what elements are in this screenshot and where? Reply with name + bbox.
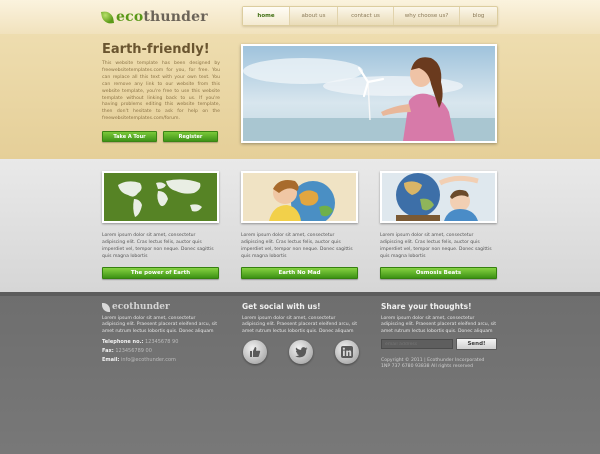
feature-image-child-globe bbox=[380, 171, 497, 223]
hero-image-girl-windmill bbox=[243, 46, 495, 141]
hero-text: This website template has been designed … bbox=[102, 61, 220, 122]
register-button[interactable]: Register bbox=[163, 131, 218, 142]
earth-no-mad-button[interactable]: Earth No Mad bbox=[241, 267, 358, 279]
hero-title: Earth-friendly! bbox=[102, 42, 210, 57]
footer-logo[interactable]: ecothunder bbox=[102, 301, 170, 313]
main-nav: home about us contact us why choose us? … bbox=[242, 6, 498, 26]
footer-telephone: Telephone no.: 12345678 90 bbox=[102, 339, 179, 345]
nav-about-us[interactable]: about us bbox=[290, 7, 338, 25]
social-text: Lorem ipsum dolor sit amet, consectetur … bbox=[242, 316, 358, 334]
footer-about-text: Lorem ipsum dolor sit amet, consectetur … bbox=[102, 316, 218, 334]
feature-text-1: Lorem ipsum dolor sit amet, consectetur … bbox=[102, 233, 214, 259]
linkedin-icon[interactable] bbox=[335, 340, 359, 364]
send-button[interactable]: Send! bbox=[456, 338, 497, 350]
the-power-of-earth-button[interactable]: The power of Earth bbox=[102, 267, 219, 279]
nav-home[interactable]: home bbox=[243, 7, 290, 25]
footer-email-link[interactable]: info@ecothunder.com bbox=[121, 357, 176, 363]
hero-image bbox=[241, 44, 497, 143]
take-a-tour-button[interactable]: Take A Tour bbox=[102, 131, 157, 142]
osmosis-beats-button[interactable]: Osmosis Beats bbox=[380, 267, 497, 279]
thumbs-up-icon[interactable] bbox=[243, 340, 267, 364]
footer-divider bbox=[0, 292, 600, 296]
leaf-icon bbox=[102, 302, 110, 312]
footer-email: Email: info@ecothunder.com bbox=[102, 357, 176, 363]
share-text: Lorem ipsum dolor sit amet, consectetur … bbox=[381, 316, 497, 334]
feature-text-3: Lorem ipsum dolor sit amet, consectetur … bbox=[380, 233, 492, 259]
feature-image-world-map bbox=[102, 171, 219, 223]
nav-why-choose-us[interactable]: why choose us? bbox=[394, 7, 460, 25]
feature-image-girl-globe bbox=[241, 171, 358, 225]
feature-text-2: Lorem ipsum dolor sit amet, consectetur … bbox=[241, 233, 353, 259]
share-heading: Share your thoughts! bbox=[381, 302, 472, 311]
footer-fax: Fax: 123456789 00 bbox=[102, 348, 152, 354]
footer-logo-text: ecothunder bbox=[112, 302, 170, 312]
footer: ecothunder Lorem ipsum dolor sit amet, c… bbox=[0, 292, 600, 454]
features-section: Lorem ipsum dolor sit amet, consectetur … bbox=[0, 159, 600, 292]
leaf-icon bbox=[100, 9, 115, 25]
hero-section: Earth-friendly! This website template ha… bbox=[0, 34, 600, 159]
logo[interactable]: ecothunder bbox=[100, 7, 208, 27]
copyright: Copyright © 2011 | Ecothunder Incorporat… bbox=[381, 358, 485, 370]
header: ecothunder home about us contact us why … bbox=[0, 0, 600, 34]
email-input[interactable] bbox=[381, 339, 453, 349]
logo-text: ecothunder bbox=[116, 9, 208, 25]
social-heading: Get social with us! bbox=[242, 302, 321, 311]
nav-contact-us[interactable]: contact us bbox=[338, 7, 394, 25]
twitter-bird-icon[interactable] bbox=[289, 340, 313, 364]
nav-blog[interactable]: blog bbox=[460, 7, 497, 25]
